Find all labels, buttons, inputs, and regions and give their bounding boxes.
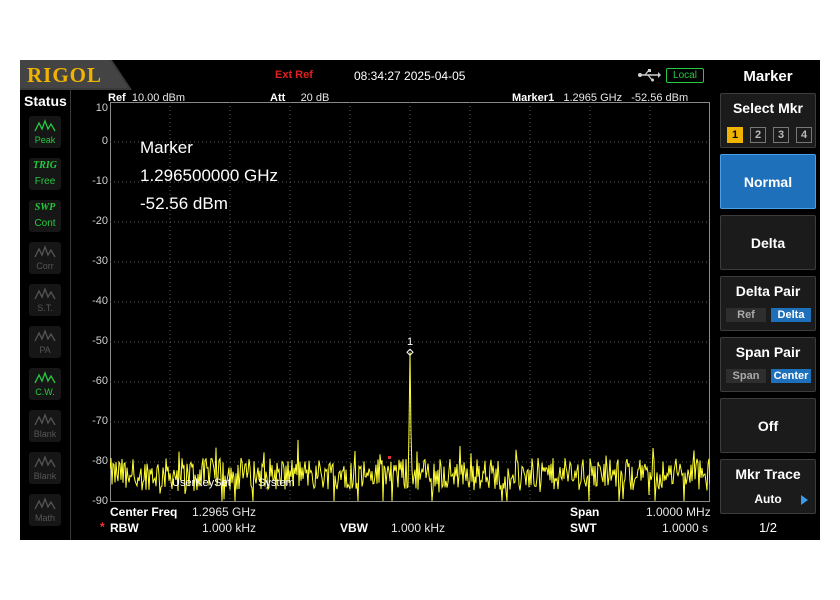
status-label: Math <box>34 513 55 523</box>
status-label: Blank <box>33 429 57 439</box>
status-blank: Blank <box>29 410 61 442</box>
marker-number-3[interactable]: 3 <box>773 127 789 143</box>
off-label: Off <box>757 418 779 434</box>
correction-icon <box>34 245 56 258</box>
local-badge[interactable]: Local <box>666 68 704 83</box>
marker-number-1[interactable]: 1 <box>727 127 743 143</box>
y-tick-label: -80 <box>92 455 108 467</box>
vbw-value: 1.000 kHz <box>391 521 446 535</box>
status-column: Status Peak TRIG Free SWP Cont Corr S.T. PA C.W.… <box>20 90 71 540</box>
system-text: System <box>258 477 295 489</box>
status-label: Peak <box>34 135 56 145</box>
status-blank: Blank <box>29 452 61 484</box>
marker-number-4[interactable]: 4 <box>796 127 812 143</box>
analyzer-screen: RIGOL Ext Ref 08:34:27 2025-04-05 Local … <box>20 60 820 540</box>
status-label: Cont <box>34 218 56 229</box>
date-time: 08:34:27 2025-04-05 <box>354 69 466 83</box>
span-pair-label: Span Pair <box>735 344 801 360</box>
blank-icon <box>34 455 56 468</box>
span-value: 1.0000 MHz <box>646 505 711 519</box>
status-label: Corr <box>36 261 54 271</box>
center-freq-value: 1.2965 GHz <box>192 505 257 519</box>
usb-icon <box>638 69 661 82</box>
peak-icon <box>34 119 56 132</box>
status-label: S.T. <box>37 303 53 313</box>
status-top-text: SWP <box>34 202 56 213</box>
menu-title: Marker <box>743 68 793 85</box>
rbw-manual-star: * <box>100 520 105 534</box>
status-label: Blank <box>33 471 57 481</box>
status-title: Status <box>24 93 67 109</box>
status-st: S.T. <box>29 284 61 316</box>
marker-readout-title: Marker <box>140 138 193 157</box>
span-pair-softkey[interactable]: Span Pair Span Center <box>720 337 816 392</box>
status-peak: Peak <box>29 116 61 148</box>
status-label: C.W. <box>35 387 55 397</box>
center-freq-label: Center Freq <box>110 505 178 519</box>
delta-pair-delta-option[interactable]: Delta <box>771 308 811 322</box>
delta-pair-label: Delta Pair <box>735 283 801 299</box>
logo-text: RIGOL <box>27 63 103 87</box>
marker-trace-softkey[interactable]: Mkr Trace Auto <box>720 459 816 514</box>
rigol-logo: RIGOL <box>20 60 132 90</box>
y-tick-label: -20 <box>92 215 108 227</box>
y-tick-label: 0 <box>101 135 108 147</box>
status-top-text: TRIG <box>33 160 57 171</box>
top-status-bar: RIGOL Ext Ref 08:34:27 2025-04-05 Local <box>20 60 716 90</box>
y-tick-label: -60 <box>92 375 108 387</box>
status-pa: PA <box>29 326 61 358</box>
normal-label: Normal <box>743 174 793 190</box>
status-free: TRIG Free <box>29 158 61 190</box>
y-tick-label: -40 <box>92 295 108 307</box>
off-softkey[interactable]: Off <box>720 398 816 453</box>
preamp-icon <box>34 329 56 342</box>
rbw-label: RBW <box>110 521 139 535</box>
marker-trace-label: Mkr Trace <box>735 466 801 482</box>
rbw-value: 1.000 kHz <box>202 521 257 535</box>
marker-readout-freq: 1.296500000 GHz <box>140 166 278 185</box>
userkeyset-text: UserKeySet <box>172 477 231 489</box>
span-label: Span <box>570 505 600 519</box>
swt-value: 1.0000 s <box>662 521 709 535</box>
status-cw: C.W. <box>29 368 61 400</box>
y-tick-label: -30 <box>92 255 108 267</box>
delta-label: Delta <box>750 235 786 251</box>
softkey-panel: Marker Select Mkr 1 2 3 4 Normal Delta D… <box>716 60 820 540</box>
span-pair-span-option[interactable]: Span <box>726 369 766 383</box>
status-math: Math <box>29 494 61 526</box>
more-arrow-icon <box>801 495 808 505</box>
ext-ref-indicator: Ext Ref <box>275 69 313 81</box>
swt-label: SWT <box>570 521 597 535</box>
status-cont: SWP Cont <box>29 200 61 232</box>
status-corr: Corr <box>29 242 61 274</box>
y-tick-label: 10 <box>95 102 108 114</box>
y-tick-label: -50 <box>92 335 108 347</box>
marker-readout-ampl: -52.56 dBm <box>140 194 228 213</box>
y-tick-label: -10 <box>92 175 108 187</box>
select-marker-softkey[interactable]: Select Mkr 1 2 3 4 <box>720 93 816 148</box>
status-label: Free <box>34 176 56 187</box>
span-pair-center-option[interactable]: Center <box>771 369 811 383</box>
status-label: PA <box>39 345 51 355</box>
delta-pair-ref-option[interactable]: Ref <box>726 308 766 322</box>
menu-page-number[interactable]: 1/2 <box>716 520 820 535</box>
marker-number-2[interactable]: 2 <box>750 127 766 143</box>
delta-pair-softkey[interactable]: Delta Pair Ref Delta <box>720 276 816 331</box>
cw-icon <box>34 371 56 384</box>
select-marker-label: Select Mkr <box>732 100 804 116</box>
blank-icon <box>34 413 56 426</box>
bottom-info-bar: Center Freq 1.2965 GHz Span 1.0000 MHz *… <box>100 504 712 540</box>
normal-softkey[interactable]: Normal <box>720 154 816 209</box>
math-icon <box>34 497 56 510</box>
vbw-label: VBW <box>340 521 368 535</box>
marker-readout: Marker 1.296500000 GHz -52.56 dBm <box>140 134 278 218</box>
marker-label: 1 <box>407 336 413 348</box>
level-indicator <box>388 456 391 459</box>
y-tick-label: -70 <box>92 415 108 427</box>
signal-track-icon <box>34 287 56 300</box>
delta-softkey[interactable]: Delta <box>720 215 816 270</box>
